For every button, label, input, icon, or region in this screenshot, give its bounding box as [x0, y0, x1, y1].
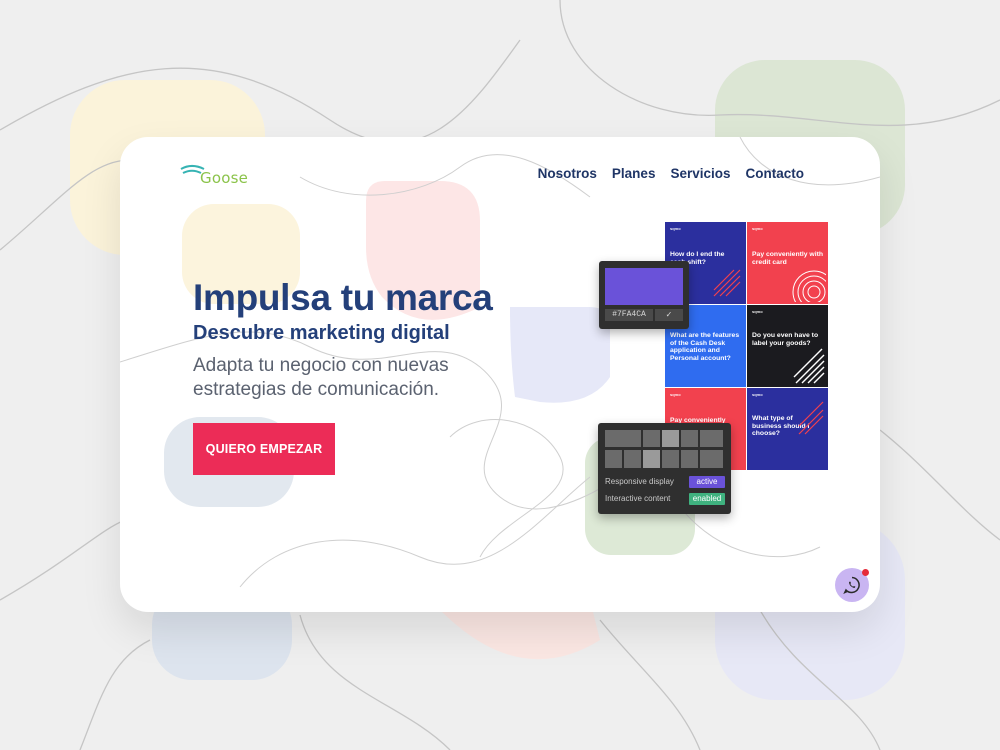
layout-grid-icon: [605, 430, 723, 468]
color-swatch[interactable]: [605, 268, 683, 305]
mockup-tile: sqmo What type of business should I choo…: [747, 388, 828, 470]
whatsapp-icon: [843, 576, 860, 594]
nav-item-contacto[interactable]: Contacto: [746, 166, 805, 181]
layout-panel: Responsive display active Interactive co…: [598, 423, 731, 514]
tile-pattern: [713, 269, 741, 297]
responsive-display-label: Responsive display: [605, 477, 674, 486]
tile-brand: sqmo: [752, 309, 763, 314]
tile-pattern: [798, 401, 824, 435]
whatsapp-button[interactable]: [835, 568, 869, 602]
active-badge[interactable]: active: [689, 476, 725, 488]
enabled-badge[interactable]: enabled: [689, 493, 725, 505]
mockup-tile: sqmo Do you even have to label your good…: [747, 305, 828, 387]
tile-brand: sqmo: [670, 392, 681, 397]
tile-brand: sqmo: [670, 226, 681, 231]
color-picker-panel: #7FA4CA ✓: [599, 261, 689, 329]
hex-value[interactable]: #7FA4CA: [605, 309, 653, 321]
tile-pattern: [793, 348, 825, 384]
cta-button[interactable]: QUIERO EMPEZAR: [193, 423, 335, 475]
notification-dot: [862, 569, 869, 576]
tile-title: What are the features of the Cash Desk a…: [670, 332, 740, 362]
eyedropper-icon[interactable]: ✓: [655, 309, 683, 321]
main-nav: Nosotros Planes Servicios Contacto: [538, 166, 804, 181]
logo-text: Goose: [200, 169, 249, 187]
hero-title: Impulsa tu marca: [193, 277, 493, 318]
hero-card: Goose Nosotros Planes Servicios Contacto…: [120, 137, 880, 612]
tile-brand: sqmo: [752, 226, 763, 231]
nav-item-servicios[interactable]: Servicios: [670, 166, 730, 181]
nav-item-nosotros[interactable]: Nosotros: [538, 166, 597, 181]
logo[interactable]: Goose: [180, 161, 248, 187]
hero-description: Adapta tu negocio con nuevas estrategias…: [193, 355, 449, 400]
mockup-tile: sqmo Pay conveniently with credit card: [747, 222, 828, 304]
tile-pattern: [792, 270, 826, 302]
interactive-content-label: Interactive content: [605, 494, 671, 503]
nav-item-planes[interactable]: Planes: [612, 166, 656, 181]
hero-subtitle: Descubre marketing digital: [193, 322, 450, 344]
